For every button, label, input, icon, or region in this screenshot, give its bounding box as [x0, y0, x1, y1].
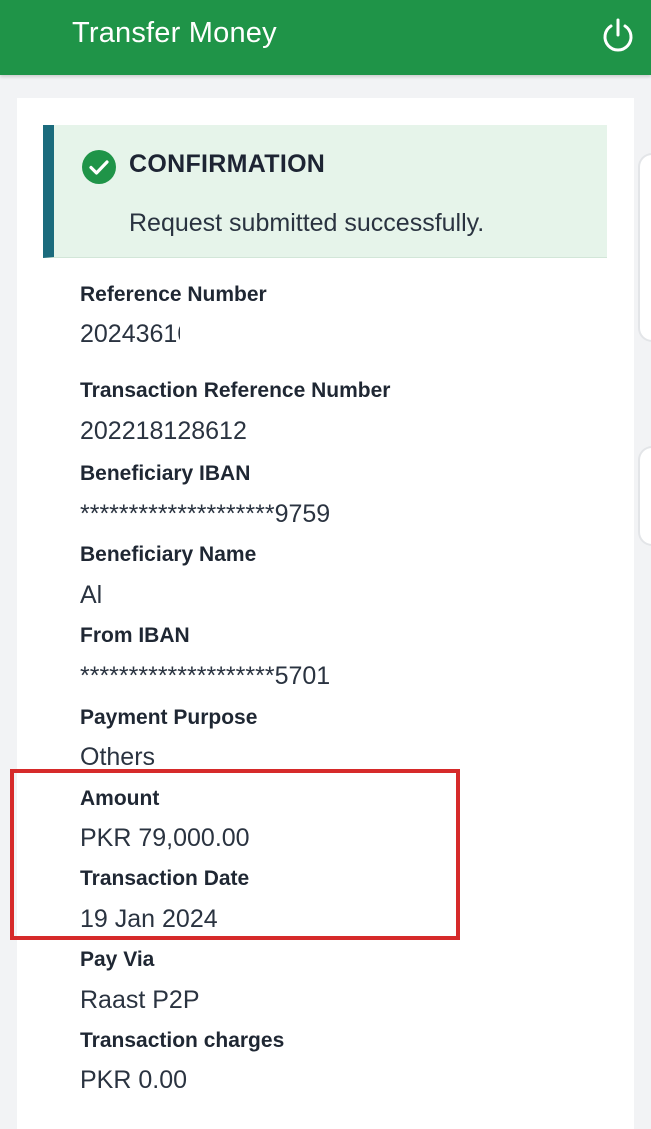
transaction-date-label: Transaction Date — [80, 867, 250, 890]
logout-button[interactable] — [599, 16, 637, 54]
beneficiary-iban-label: Beneficiary IBAN — [80, 462, 251, 485]
from-iban-value: ********************5701 — [80, 662, 331, 690]
transaction-reference-label: Transaction Reference Number — [80, 379, 391, 402]
pay-via-value: Raast P2P — [80, 986, 200, 1014]
pay-via-label: Pay Via — [80, 948, 155, 971]
confirmation-banner: CONFIRMATION Request submitted successfu… — [43, 125, 607, 258]
beneficiary-name-value: Al — [80, 581, 103, 609]
transaction-charges-label: Transaction charges — [80, 1029, 285, 1052]
amount-value: PKR 79,000.00 — [80, 824, 250, 852]
confirmation-title: CONFIRMATION — [129, 150, 326, 178]
confirmation-message: Request submitted successfully. — [129, 209, 485, 237]
beneficiary-iban-value: ********************9759 — [80, 500, 331, 528]
amount-label: Amount — [80, 787, 160, 810]
transaction-date-value: 19 Jan 2024 — [80, 905, 218, 933]
adjacent-card — [638, 446, 651, 546]
transaction-reference-value: 202218128612 — [80, 417, 247, 445]
check-circle-icon — [82, 150, 116, 184]
transaction-charges-value: PKR 0.00 — [80, 1066, 188, 1094]
beneficiary-name-label: Beneficiary Name — [80, 543, 257, 566]
app-header: Transfer Money — [0, 0, 651, 75]
payment-purpose-value: Others — [80, 743, 156, 771]
reference-number-label: Reference Number — [80, 283, 267, 306]
adjacent-card — [638, 153, 651, 342]
redaction-mask — [180, 318, 310, 354]
power-icon — [603, 18, 633, 52]
payment-purpose-label: Payment Purpose — [80, 706, 258, 729]
from-iban-label: From IBAN — [80, 624, 190, 647]
page-title: Transfer Money — [72, 17, 277, 49]
